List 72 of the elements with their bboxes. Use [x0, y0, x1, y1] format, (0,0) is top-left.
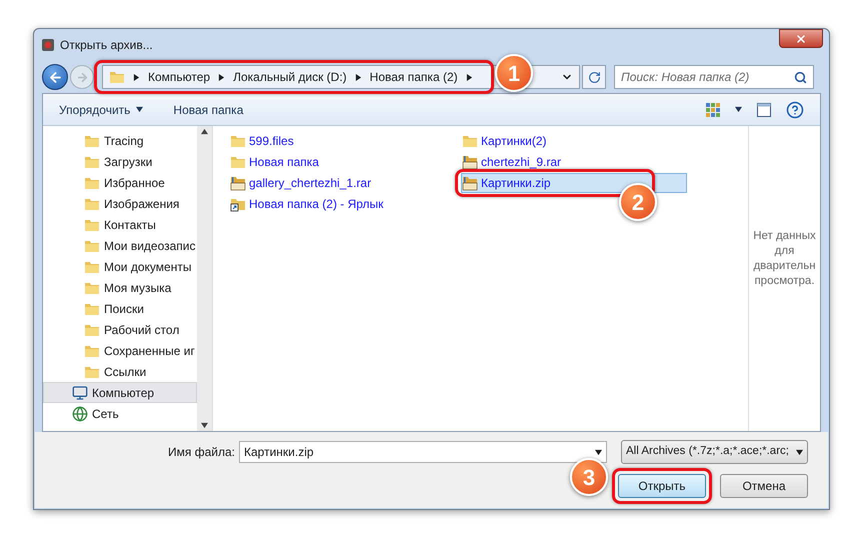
- organize-button[interactable]: Упорядочить: [59, 100, 144, 118]
- caret-icon: [136, 106, 144, 113]
- caret-icon: [595, 448, 602, 456]
- sidebar-item[interactable]: Мои документы: [43, 256, 197, 277]
- sidebar-item[interactable]: Поиски: [43, 298, 197, 319]
- folder-icon: [230, 133, 246, 149]
- callout-badge: 3: [570, 458, 608, 496]
- file-item[interactable]: Картинки.zip: [461, 173, 687, 193]
- sidebar-item[interactable]: Рабочий стол: [43, 319, 197, 340]
- preview-message: дварительн: [753, 258, 816, 274]
- forward-arrow-icon: [76, 70, 88, 84]
- file-item[interactable]: Новая папка (2) - Ярлык: [229, 194, 455, 214]
- scroll-up-icon[interactable]: [201, 128, 208, 135]
- chevron-icon: [466, 74, 473, 80]
- new-folder-button[interactable]: Новая папка: [173, 100, 244, 118]
- globe-icon: [72, 406, 88, 422]
- file-item[interactable]: 599.files: [229, 131, 455, 151]
- sidebar-item[interactable]: Изображения: [43, 193, 197, 214]
- sidebar-item[interactable]: Загрузки: [43, 151, 197, 172]
- sidebar-item[interactable]: Моя музыка: [43, 277, 197, 298]
- scroll-down-icon[interactable]: [201, 422, 208, 429]
- folder-icon: [230, 154, 246, 170]
- sidebar-item[interactable]: Мои видеозапис: [43, 235, 197, 256]
- filename-combobox[interactable]: Картинки.zip: [239, 441, 607, 463]
- chevron-icon: [354, 74, 362, 80]
- caret-icon[interactable]: [735, 106, 742, 113]
- refresh-button[interactable]: [582, 65, 606, 89]
- file-item[interactable]: Новая папка: [229, 152, 455, 172]
- window-title: Открыть архив...: [60, 37, 153, 54]
- callout-badge: 1: [495, 54, 533, 92]
- search-field[interactable]: Поиск: Новая папка (2): [614, 65, 814, 89]
- sidebar-item[interactable]: Сохраненные иг: [43, 340, 197, 361]
- scrollbar[interactable]: [197, 126, 212, 431]
- open-button[interactable]: Открыть: [618, 474, 706, 498]
- refresh-icon: [588, 70, 600, 84]
- breadcrumb-item[interactable]: Компьютер: [148, 68, 210, 86]
- sidebar-item[interactable]: Избранное: [43, 172, 197, 193]
- zip-archive-icon: [462, 175, 478, 191]
- app-icon: [40, 37, 56, 53]
- view-grid-icon[interactable]: [705, 102, 721, 118]
- breadcrumb-item[interactable]: Локальный диск (D:): [233, 68, 347, 86]
- preview-message: просмотра.: [754, 274, 815, 288]
- rar-archive-icon: [230, 175, 246, 191]
- back-button[interactable]: [42, 64, 68, 90]
- sidebar-item[interactable]: Tracing: [43, 130, 197, 151]
- folder-icon: [462, 133, 478, 149]
- sidebar-item[interactable]: Ссылки: [43, 361, 197, 382]
- close-button[interactable]: [779, 29, 823, 48]
- preview-message: Нет данных: [753, 228, 816, 244]
- breadcrumb-item[interactable]: Новая папка (2): [370, 68, 458, 86]
- sidebar-item[interactable]: Компьютер: [43, 382, 197, 403]
- file-item[interactable]: Картинки(2): [461, 131, 687, 151]
- file-item[interactable]: gallery_chertezhi_1.rar: [229, 173, 455, 193]
- sidebar-item[interactable]: Контакты: [43, 214, 197, 235]
- rar-archive-icon: [462, 154, 478, 170]
- preview-message: для: [774, 244, 794, 258]
- chevron-icon: [218, 74, 226, 80]
- caret-icon: [796, 448, 803, 456]
- folder-shortcut-icon: [230, 196, 246, 212]
- search-icon: [794, 70, 807, 84]
- cancel-button[interactable]: Отмена: [720, 474, 808, 498]
- close-icon: [795, 32, 807, 44]
- file-item[interactable]: chertezhi_9.rar: [461, 152, 687, 172]
- sidebar-item[interactable]: Сеть: [43, 403, 197, 424]
- callout-badge: 2: [619, 183, 657, 221]
- chevron-icon: [133, 74, 140, 80]
- help-icon[interactable]: [786, 100, 804, 118]
- computer-icon: [72, 384, 88, 400]
- folder-icon: [109, 69, 125, 85]
- filename-label: Имя файла:: [168, 444, 235, 461]
- preview-pane-icon[interactable]: [756, 102, 772, 118]
- file-type-dropdown[interactable]: All Archives (*.7z;*.a;*.ace;*.arc;: [621, 440, 808, 464]
